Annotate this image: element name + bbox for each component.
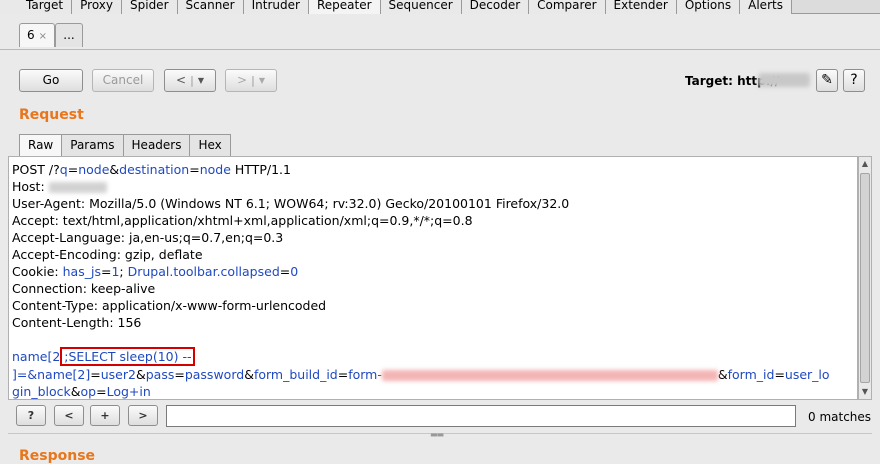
host-header: Host: xyxy=(12,178,107,195)
tool-tab-comparer[interactable]: Comparer xyxy=(529,0,606,14)
tab-headers[interactable]: Headers xyxy=(122,134,191,156)
tab-hex[interactable]: Hex xyxy=(189,134,231,156)
repeater-tab-bar: 6 × ... xyxy=(0,14,880,50)
scroll-up-icon[interactable]: ▲ xyxy=(859,157,871,171)
tool-tab-options[interactable]: Options xyxy=(676,0,741,14)
tool-tab-scanner[interactable]: Scanner xyxy=(177,0,244,14)
repeater-tab-6[interactable]: 6 × xyxy=(19,23,55,47)
request-title: Request xyxy=(19,107,84,123)
user-agent-header: User-Agent: Mozilla/5.0 (Windows NT 6.1;… xyxy=(12,196,570,211)
body-line-3: gin_block&op=Log+in xyxy=(12,384,151,399)
dropdown-arrow-icon: ▼ xyxy=(197,76,204,85)
help-button[interactable]: ? xyxy=(843,69,865,92)
repeater-tab-label: 6 xyxy=(26,28,35,42)
tool-tab-repeater[interactable]: Repeater xyxy=(308,0,381,14)
accept-encoding-header: Accept-Encoding: gzip, deflate xyxy=(12,247,203,262)
tab-raw[interactable]: Raw xyxy=(19,134,63,156)
pencil-icon: ✎ xyxy=(821,72,833,88)
edit-target-button[interactable]: ✎ xyxy=(816,69,838,92)
content-type-header: Content-Type: application/x-www-form-url… xyxy=(12,298,327,313)
scroll-thumb[interactable] xyxy=(860,173,870,383)
sql-injection-highlight: ;SELECT sleep(10) -- xyxy=(60,347,196,366)
tool-tab-spider[interactable]: Spider xyxy=(122,0,178,14)
splitter-grip-icon[interactable]: ▬▬ xyxy=(430,430,444,439)
tool-tab-bar: Target Proxy Spider Scanner Intruder Rep… xyxy=(0,0,880,14)
search-add-button[interactable]: + xyxy=(90,405,120,426)
form-build-id-redacted xyxy=(381,370,718,381)
host-redacted xyxy=(48,182,107,193)
forward-button[interactable]: > | ▼ xyxy=(225,69,277,92)
tool-tab-intruder[interactable]: Intruder xyxy=(243,0,309,14)
request-line: POST /?q=node&destination=node HTTP/1.1 xyxy=(12,162,291,177)
repeater-tab-new[interactable]: ... xyxy=(55,23,83,47)
accept-language-header: Accept-Language: ja,en-us;q=0.7,en;q=0.3 xyxy=(12,230,284,245)
tool-tab-sequencer[interactable]: Sequencer xyxy=(380,0,462,14)
body-line-2: ]=&name[2]=user2&pass=password&form_buil… xyxy=(12,367,830,382)
content-length-header: Content-Length: 156 xyxy=(12,315,142,330)
tool-tab-proxy[interactable]: Proxy xyxy=(72,0,122,14)
search-help-button[interactable]: ? xyxy=(16,405,46,426)
accept-header: Accept: text/html,application/xhtml+xml,… xyxy=(12,213,473,228)
search-prev-button[interactable]: < xyxy=(54,405,84,426)
body-line-1: name[2 ;SELECT sleep(10) -- xyxy=(12,347,196,366)
search-input[interactable] xyxy=(166,405,796,427)
tool-tab-extender[interactable]: Extender xyxy=(605,0,677,14)
search-bar: ? < + > 0 matches xyxy=(8,401,874,431)
tab-params[interactable]: Params xyxy=(61,134,124,156)
request-scrollbar[interactable]: ▲ ▼ xyxy=(858,156,872,400)
cookie-header: Cookie: has_js=1; Drupal.toolbar.collaps… xyxy=(12,264,299,279)
dropdown-arrow-icon: ▼ xyxy=(258,76,265,85)
close-icon[interactable]: × xyxy=(39,31,47,42)
forward-arrow-icon: > xyxy=(237,73,248,87)
connection-header: Connection: keep-alive xyxy=(12,281,156,296)
search-next-button[interactable]: > xyxy=(128,405,158,426)
back-arrow-icon: < xyxy=(176,73,187,87)
tool-tab-decoder[interactable]: Decoder xyxy=(461,0,530,14)
question-icon: ? xyxy=(850,72,858,88)
go-button[interactable]: Go xyxy=(19,69,83,92)
target-host-redacted xyxy=(758,73,810,87)
tool-tab-alerts[interactable]: Alerts xyxy=(740,0,792,14)
back-button[interactable]: < | ▼ xyxy=(164,69,216,92)
cancel-button[interactable]: Cancel xyxy=(92,69,154,92)
request-editor-tabs: Raw Params Headers Hex xyxy=(19,134,231,156)
request-editor[interactable]: POST /?q=node&destination=node HTTP/1.1 … xyxy=(8,156,858,400)
scroll-down-icon[interactable]: ▼ xyxy=(859,385,871,399)
match-count: 0 matches xyxy=(808,410,872,424)
tool-tab-target[interactable]: Target xyxy=(0,0,73,14)
